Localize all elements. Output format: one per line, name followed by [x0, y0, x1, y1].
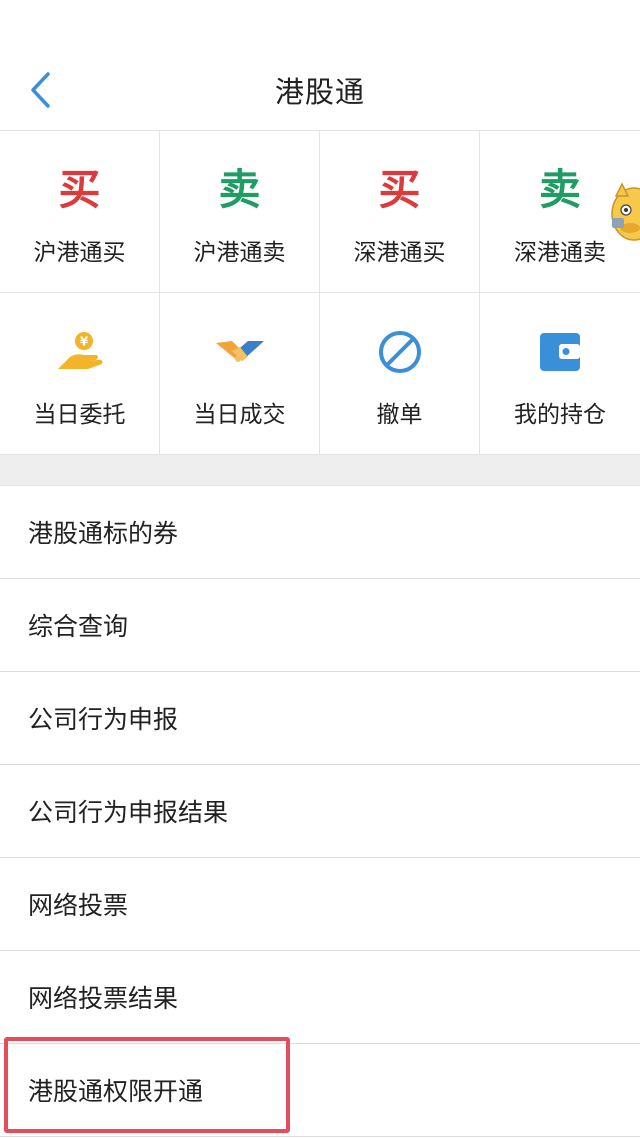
cell-label: 当日委托 [33, 402, 126, 428]
nav-bar: 港股通 [0, 50, 640, 130]
menu-list: 港股通标的券 综合查询 公司行为申报 公司行为申报结果 网络投票 网络投票结果 … [0, 486, 640, 1137]
menu-item-corporate-action-result[interactable]: 公司行为申报结果 [0, 765, 640, 858]
cell-label: 深港通买 [353, 240, 446, 266]
coin-hand-icon: ¥ [50, 329, 110, 375]
sh-hk-buy-button[interactable]: 买 沪港通买 [0, 131, 160, 292]
sell-icon: 卖 [538, 165, 581, 214]
sell-icon: 卖 [218, 165, 261, 214]
menu-item-permission-open[interactable]: 港股通权限开通 [0, 1044, 640, 1137]
cell-label: 我的持仓 [514, 402, 606, 428]
cell-label: 撤单 [376, 402, 423, 428]
menu-item-online-voting[interactable]: 网络投票 [0, 858, 640, 951]
back-button[interactable] [18, 64, 62, 116]
wallet-icon [530, 329, 590, 375]
chevron-left-icon [31, 72, 50, 108]
mascot-icon[interactable] [608, 176, 640, 246]
grid-row-trade: 买 沪港通买 卖 沪港通卖 买 深港通买 卖 深港通卖 [0, 131, 640, 293]
cell-label: 当日成交 [193, 402, 286, 428]
cell-label: 沪港通买 [33, 240, 126, 266]
cell-label: 深港通卖 [514, 240, 606, 266]
function-grid: 买 沪港通买 卖 沪港通卖 买 深港通买 卖 深港通卖 ¥ 当日委托 当日成交 … [0, 130, 640, 455]
today-deals-button[interactable]: 当日成交 [160, 293, 320, 454]
buy-icon: 买 [378, 165, 421, 214]
svg-text:¥: ¥ [79, 335, 88, 349]
buy-icon: 买 [58, 165, 101, 214]
menu-item-corporate-action-declare[interactable]: 公司行为申报 [0, 672, 640, 765]
cancel-circle-icon [370, 329, 430, 375]
status-bar [0, 0, 640, 50]
cancel-order-button[interactable]: 撤单 [320, 293, 480, 454]
handshake-icon [210, 329, 270, 375]
menu-item-general-query[interactable]: 综合查询 [0, 579, 640, 672]
sh-hk-sell-button[interactable]: 卖 沪港通卖 [160, 131, 320, 292]
grid-row-query: ¥ 当日委托 当日成交 撤单 我的持仓 [0, 293, 640, 455]
my-positions-button[interactable]: 我的持仓 [480, 293, 640, 454]
sz-hk-buy-button[interactable]: 买 深港通买 [320, 131, 480, 292]
cell-label: 沪港通卖 [193, 240, 286, 266]
today-orders-button[interactable]: ¥ 当日委托 [0, 293, 160, 454]
section-divider [0, 455, 640, 486]
menu-item-eligible-securities[interactable]: 港股通标的券 [0, 486, 640, 579]
page-title: 港股通 [274, 75, 365, 109]
menu-item-online-voting-result[interactable]: 网络投票结果 [0, 951, 640, 1044]
